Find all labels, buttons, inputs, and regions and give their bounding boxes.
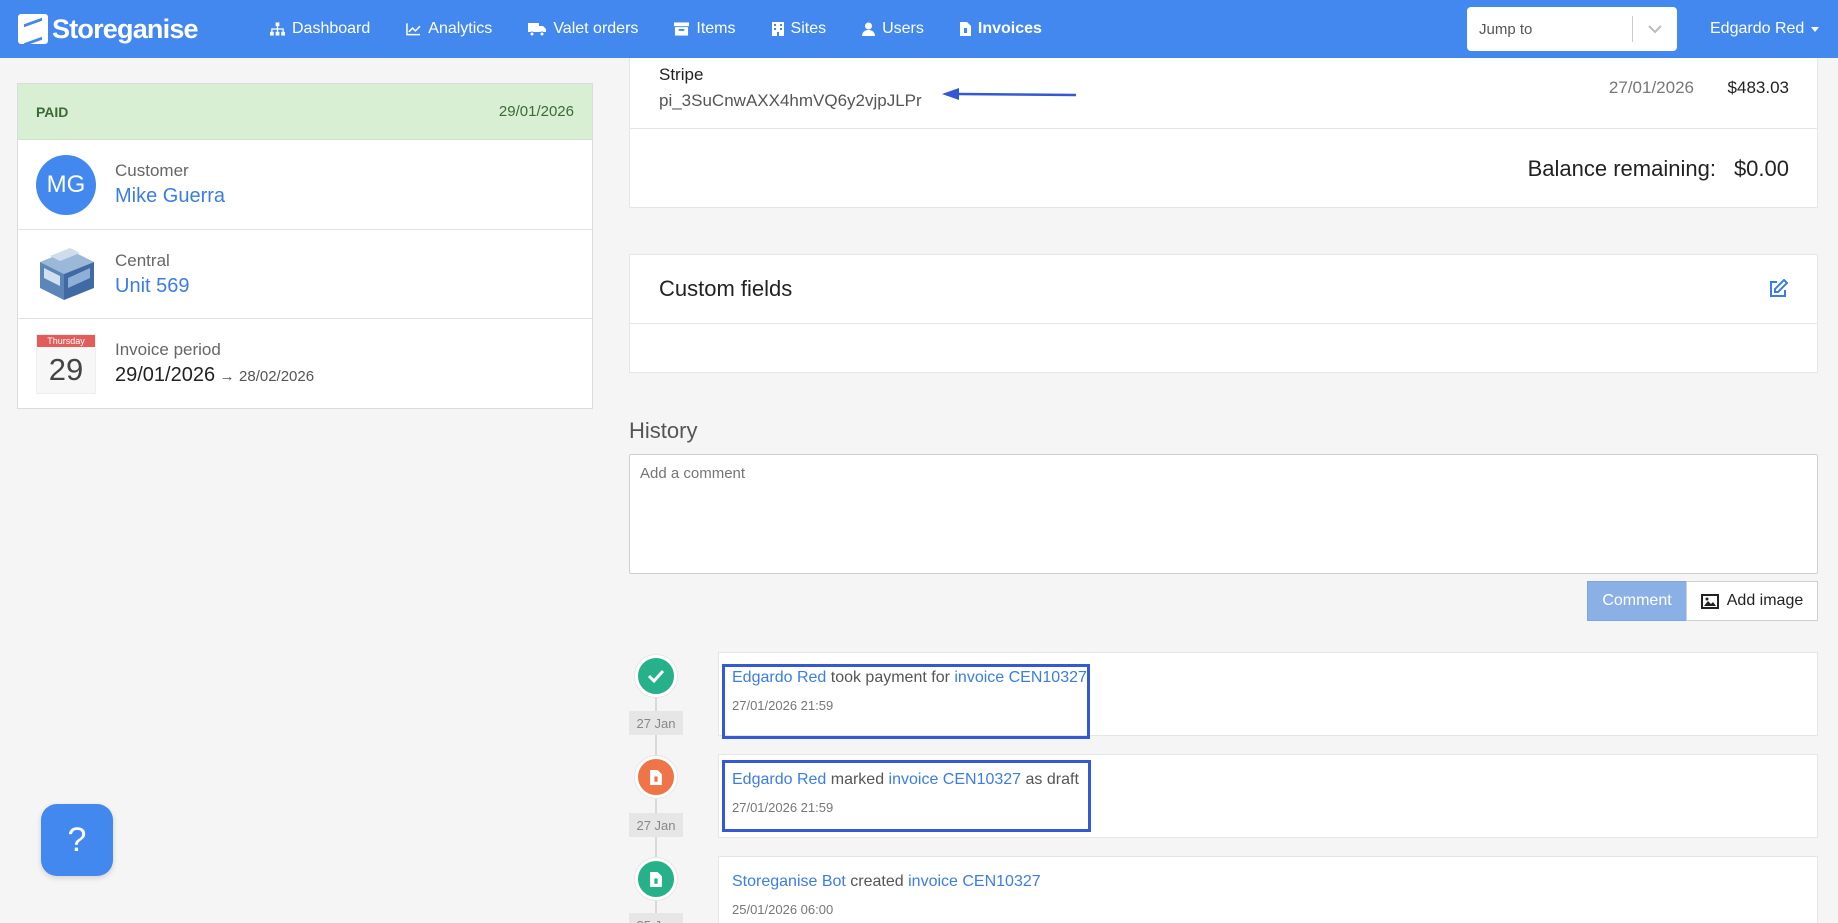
user-name: Edgardo Red <box>1710 20 1805 37</box>
top-navbar: Storeganise Dashboard Analytics Valet or… <box>0 0 1838 58</box>
comment-input[interactable] <box>629 454 1818 574</box>
edit-icon[interactable] <box>1768 279 1788 299</box>
warehouse-icon <box>40 248 94 300</box>
payment-row: Stripe pi_3SuCnwAXX4hmVQ6y2vjpJLPr 27/01… <box>630 58 1817 129</box>
storeganise-logo-icon <box>18 14 48 44</box>
truck-icon <box>528 23 547 36</box>
jump-to-placeholder: Jump to <box>1479 20 1533 38</box>
nav-invoices-label: Invoices <box>977 20 1042 37</box>
status-badge: PAID <box>36 103 69 120</box>
period-start: 29/01/2026 <box>115 364 216 386</box>
history-title: History <box>629 418 698 443</box>
nav-sites-label: Sites <box>790 20 827 37</box>
brand-name: Storeganise <box>52 13 199 44</box>
nav-analytics[interactable]: Analytics <box>406 20 492 38</box>
customer-row: MG Customer Mike Guerra <box>18 140 592 230</box>
brand-logo[interactable]: Storeganise <box>18 0 256 58</box>
payment-date: 27/01/2026 <box>1608 78 1694 97</box>
nav-dashboard-label: Dashboard <box>292 20 371 37</box>
check-icon <box>647 669 665 683</box>
nav-dashboard[interactable]: Dashboard <box>270 20 370 38</box>
timeline-dot-draft <box>635 756 677 798</box>
user-icon <box>862 22 876 36</box>
building-icon <box>771 22 784 36</box>
site-label: Central <box>115 250 170 270</box>
user-menu[interactable]: Edgardo Red <box>1710 0 1820 58</box>
custom-fields-header: Custom fields <box>630 255 1817 324</box>
caret-down-icon <box>1811 26 1820 32</box>
unit-row: Central Unit 569 <box>18 230 592 319</box>
arrow-annotation-icon <box>942 88 1076 100</box>
nav-valet-orders[interactable]: Valet orders <box>528 20 638 38</box>
comment-button[interactable]: Comment <box>1587 581 1687 621</box>
nav-valet-orders-label: Valet orders <box>553 20 639 37</box>
timeline-dot-created <box>635 858 677 900</box>
payments-card: Stripe pi_3SuCnwAXX4hmVQ6y2vjpJLPr 27/01… <box>629 58 1818 208</box>
custom-fields-title: Custom fields <box>659 276 793 301</box>
payment-id: pi_3SuCnwAXX4hmVQ6y2vjpJLPr <box>659 91 922 110</box>
period-arrow: → <box>219 368 235 385</box>
nav-items[interactable]: Items <box>674 20 736 38</box>
highlight-box <box>722 760 1091 832</box>
event-text: Storeganise Bot created invoice CEN10327 <box>732 873 1041 891</box>
image-icon <box>1700 593 1719 609</box>
calendar-icon: Thursday 29 <box>36 333 96 394</box>
invoice-icon <box>650 769 662 785</box>
nav-users[interactable]: Users <box>862 20 924 38</box>
customer-link[interactable]: Mike Guerra <box>115 185 225 208</box>
period-end: 28/02/2026 <box>239 368 315 385</box>
balance-label: Balance remaining: <box>1527 156 1716 181</box>
event-actor-link[interactable]: Storeganise Bot <box>732 873 846 890</box>
invoice-icon <box>650 871 662 887</box>
event-action: created <box>845 873 909 890</box>
avatar: MG <box>36 154 96 215</box>
add-image-label: Add image <box>1726 592 1804 609</box>
nav-users-label: Users <box>882 20 924 37</box>
chart-icon <box>406 23 421 36</box>
calendar-day-number: 29 <box>48 351 84 387</box>
add-image-button[interactable]: Add image <box>1686 581 1818 621</box>
help-button[interactable]: ? <box>41 804 113 876</box>
history-event: Storeganise Bot created invoice CEN10327… <box>718 856 1818 923</box>
custom-fields-card: Custom fields <box>629 254 1818 373</box>
box-icon <box>674 22 690 36</box>
timeline-date-badge: 25 Jan <box>629 913 683 923</box>
nav-analytics-label: Analytics <box>428 20 493 37</box>
customer-label: Customer <box>115 161 189 180</box>
event-timestamp: 25/01/2026 06:00 <box>732 902 834 917</box>
help-icon: ? <box>67 820 87 859</box>
timeline-dot-payment <box>635 655 677 697</box>
timeline-date-badge: 27 Jan <box>629 711 683 735</box>
invoice-icon <box>959 22 971 36</box>
nav-sites[interactable]: Sites <box>771 20 827 38</box>
balance-remaining: Balance remaining: $0.00 <box>1528 156 1789 182</box>
balance-value: $0.00 <box>1733 156 1789 181</box>
calendar-day-name: Thursday <box>37 334 95 347</box>
highlight-box <box>722 664 1090 739</box>
nav-items-label: Items <box>696 20 736 37</box>
chevron-down-icon[interactable] <box>1633 7 1677 51</box>
payment-amount: $483.03 <box>1727 78 1789 97</box>
period-row: Thursday 29 Invoice period 29/01/2026 → … <box>18 319 592 408</box>
nav-invoices[interactable]: Invoices <box>959 20 1042 38</box>
period-label: Invoice period <box>115 340 221 359</box>
sitemap-icon <box>270 22 285 36</box>
timeline-date-badge: 27 Jan <box>629 813 683 837</box>
event-invoice-link[interactable]: invoice CEN10327 <box>908 873 1041 890</box>
payment-method: Stripe <box>659 65 704 84</box>
invoice-summary-panel: PAID 29/01/2026 MG Customer Mike Guerra … <box>17 83 593 409</box>
unit-link[interactable]: Unit 569 <box>115 275 190 298</box>
jump-to-select[interactable]: Jump to <box>1467 7 1677 51</box>
status-banner: PAID 29/01/2026 <box>18 84 592 140</box>
status-date: 29/01/2026 <box>498 103 574 120</box>
main-nav: Dashboard Analytics Valet orders Items S… <box>270 0 1078 58</box>
